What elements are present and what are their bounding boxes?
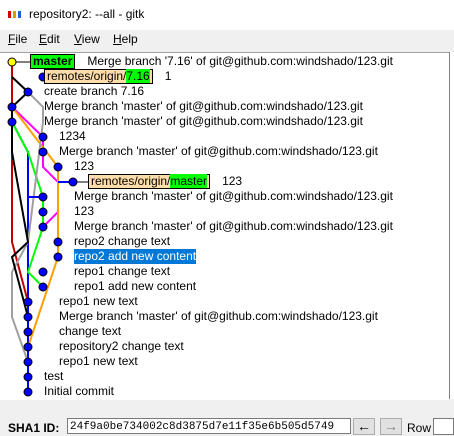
row-input[interactable] [433, 418, 454, 435]
commit-node[interactable] [7, 57, 17, 67]
commit-row[interactable]: remotes/origin/7.16 1 [44, 69, 171, 84]
commit-message: test [44, 369, 64, 383]
sha-input[interactable]: 24f9a0be734002c8d3875d7e11f35e6b505d5749 [67, 418, 351, 434]
commit-message: repo1 new text [59, 354, 138, 368]
commit-row[interactable]: change text [59, 324, 121, 339]
menu-bar: File Edit View Help [0, 30, 454, 50]
commit-node[interactable] [53, 252, 63, 262]
commit-message: 1 [164, 69, 172, 83]
commit-node[interactable] [23, 327, 33, 337]
commit-node[interactable] [38, 192, 48, 202]
commit-row[interactable]: 1234 [59, 129, 86, 144]
commit-message: repo2 add new content [74, 249, 197, 264]
commit-row[interactable]: repo2 add new content [74, 249, 197, 264]
commit-row[interactable]: 123 [74, 159, 94, 174]
commit-node[interactable] [23, 342, 33, 352]
commit-message: Merge branch 'master' of git@github.com:… [44, 99, 363, 113]
commit-message: change text [59, 324, 122, 338]
commit-row[interactable]: repo1 change text [74, 264, 170, 279]
commit-row[interactable]: Merge branch 'master' of git@github.com:… [59, 309, 378, 324]
commit-message: repository2 change text [59, 339, 184, 353]
commit-row[interactable]: master Merge branch '7.16' of git@github.… [30, 54, 393, 69]
remote-prefix: remotes/origin/ [47, 69, 127, 83]
commit-node[interactable] [38, 282, 48, 292]
title-bar: repository2: --all - gitk [0, 0, 454, 30]
remote-branch-tag[interactable]: remotes/origin/7.16 [44, 69, 153, 84]
commit-row[interactable]: Merge branch 'master' of git@github.com:… [59, 144, 378, 159]
author-column-edge [449, 52, 454, 399]
commit-row[interactable]: Merge branch 'master' of git@github.com:… [74, 219, 393, 234]
back-arrow-button[interactable]: ← [353, 418, 375, 435]
commit-row[interactable]: 123 [74, 204, 94, 219]
commit-row[interactable]: Merge branch 'master' of git@github.com:… [44, 114, 363, 129]
commit-message: 1234 [59, 129, 86, 143]
commit-node[interactable] [23, 312, 33, 322]
commit-row[interactable]: Initial commit [44, 384, 114, 399]
commit-row[interactable]: repository2 change text [59, 339, 184, 354]
commit-node[interactable] [23, 297, 33, 307]
commit-node[interactable] [38, 222, 48, 232]
commit-message: 123 [222, 174, 243, 188]
menu-file[interactable]: File [8, 32, 27, 46]
graph-lane-4 [11, 106, 59, 348]
forward-arrow-button[interactable]: → [380, 418, 402, 435]
graph-lane-6 [10, 76, 30, 318]
remote-branch-name: 7.16 [126, 69, 150, 83]
commit-message: 123 [74, 159, 95, 173]
commit-node[interactable] [23, 87, 33, 97]
menu-help[interactable]: Help [113, 32, 138, 46]
commit-node[interactable] [7, 102, 17, 112]
commit-node[interactable] [38, 267, 48, 277]
commit-message: create branch 7.16 [44, 84, 145, 98]
menu-view[interactable]: View [74, 32, 100, 46]
gitk-app-icon [8, 9, 22, 19]
commit-node[interactable] [68, 177, 78, 187]
commit-node[interactable] [53, 162, 63, 172]
commit-node[interactable] [7, 117, 17, 127]
commit-row[interactable]: repo1 add new content [74, 279, 196, 294]
window-title: repository2: --all - gitk [29, 7, 145, 21]
commit-row[interactable]: remotes/origin/master 123 [88, 174, 242, 189]
commit-message: Merge branch 'master' of git@github.com:… [74, 219, 393, 233]
commit-message: Merge branch 'master' of git@github.com:… [59, 144, 378, 158]
sha-label: SHA1 ID: [8, 421, 60, 435]
commit-message: Merge branch 'master' of git@github.com:… [44, 114, 363, 128]
sha-bar: SHA1 ID: 24f9a0be734002c8d3875d7e11f35e6… [0, 417, 454, 436]
commit-history-pane[interactable]: master Merge branch '7.16' of git@github.… [0, 52, 449, 400]
commit-node[interactable] [53, 237, 63, 247]
commit-row[interactable]: repo2 change text [74, 234, 170, 249]
commit-message: repo1 add new content [74, 279, 197, 293]
commit-message: 123 [74, 204, 95, 218]
commit-row[interactable]: create branch 7.16 [44, 84, 144, 99]
commit-message: Merge branch '7.16' of git@github.com:wi… [87, 54, 393, 68]
commit-message: repo1 new text [59, 294, 138, 308]
remote-branch-name: master [170, 174, 208, 188]
commit-node[interactable] [23, 357, 33, 367]
remote-branch-tag[interactable]: remotes/origin/master [88, 174, 211, 189]
commit-node[interactable] [23, 372, 33, 382]
commit-message: repo1 change text [74, 264, 171, 278]
commit-row[interactable]: test [44, 369, 63, 384]
local-branch-tag[interactable]: master [30, 54, 76, 69]
row-label: Row [407, 421, 432, 435]
commit-node[interactable] [38, 147, 48, 157]
commit-row[interactable]: Merge branch 'master' of git@github.com:… [74, 189, 393, 204]
commit-row[interactable]: repo1 new text [59, 294, 138, 309]
commit-message: repo2 change text [74, 234, 171, 248]
commit-message: Initial commit [44, 384, 115, 398]
commit-message: Merge branch 'master' of git@github.com:… [59, 309, 378, 323]
remote-prefix: remotes/origin/ [91, 174, 171, 188]
commit-node[interactable] [23, 387, 33, 397]
commit-node[interactable] [38, 207, 48, 217]
menu-edit[interactable]: Edit [39, 32, 60, 46]
commit-row[interactable]: repo1 new text [59, 354, 138, 369]
commit-node[interactable] [38, 132, 48, 142]
commit-message: Merge branch 'master' of git@github.com:… [74, 189, 393, 203]
commit-row[interactable]: Merge branch 'master' of git@github.com:… [44, 99, 363, 114]
